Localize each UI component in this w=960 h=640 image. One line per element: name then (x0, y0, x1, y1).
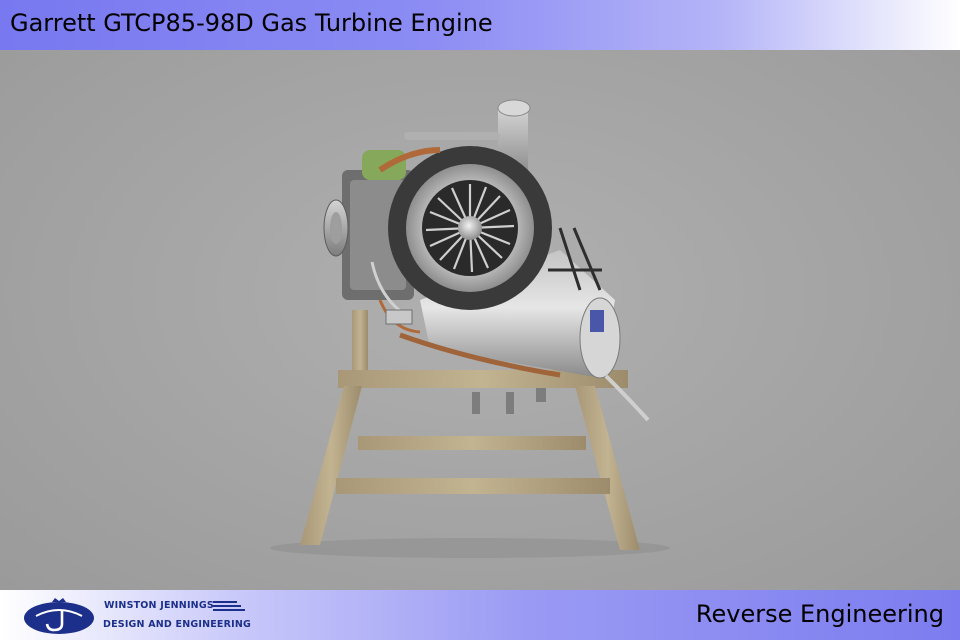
title-bar: Garrett GTCP85-98D Gas Turbine Engine (0, 0, 960, 50)
company-name-line1: WINSTON JENNINGS (104, 600, 214, 611)
company-logo-icon (24, 598, 94, 634)
page-title: Garrett GTCP85-98D Gas Turbine Engine (10, 9, 493, 37)
logo-stripes-icon (213, 601, 245, 611)
engine-render (270, 99, 670, 558)
drain-fittings (472, 388, 546, 414)
footer-label: Reverse Engineering (695, 600, 944, 628)
compressor-intake (388, 146, 552, 310)
company-name-line2: DESIGN AND ENGINEERING (103, 619, 252, 630)
render-viewport (0, 50, 960, 590)
floor-shadow (270, 538, 670, 558)
